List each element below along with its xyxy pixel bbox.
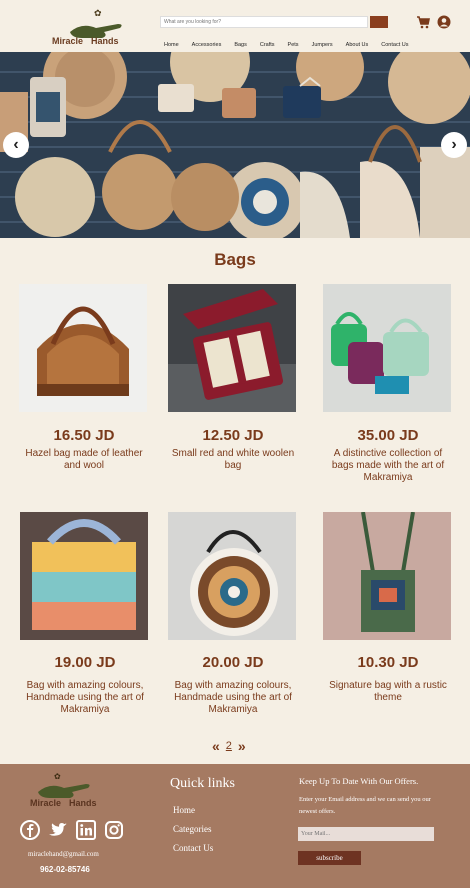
twitter-icon[interactable] [48,820,68,840]
logo-word-1: Miracle [52,36,84,46]
product-price: 19.00 JD [54,654,116,671]
quick-links-title: Quick links [170,776,235,791]
section-title: Bags [214,250,256,269]
user-icon[interactable] [437,15,451,29]
quick-link-home[interactable]: Home [173,805,195,815]
hero-carousel: ‹ › [0,52,470,238]
product-price: 10.30 JD [357,654,419,671]
product-image[interactable] [323,284,451,412]
footer-email[interactable]: miraclehand@gmail.com [28,850,99,858]
nav-about-us[interactable]: About Us [346,42,369,48]
newsletter-text: Enter your Email address and we can send… [299,796,431,815]
social-links [20,820,124,840]
footer-logo[interactable]: ✿ Miracle Hands [30,770,116,810]
hand-logo-icon: ✿ [38,772,90,798]
instagram-icon[interactable] [104,820,124,840]
product-description: Hazel bag made of leather and wool [25,448,143,471]
logo[interactable]: ✿ Miracle Hands [52,8,136,48]
footer-phone: 962-02-85746 [40,865,90,874]
carousel-next-button[interactable]: › [441,132,467,158]
site-footer: ✿ Miracle Hands miraclehand@gmail.com 962… [0,764,470,888]
pagination: « 2 » [212,738,246,754]
nav-jumpers[interactable]: Jumpers [312,42,333,48]
product-price: 16.50 JD [53,427,115,444]
product-image[interactable] [19,284,147,412]
nav-contact-us[interactable]: Contact Us [381,42,408,48]
nav-bags[interactable]: Bags [234,42,247,48]
product-description: Bag with amazing colours, Handmade using… [174,680,292,715]
quick-link-contact-us[interactable]: Contact Us [173,843,213,853]
nav-home[interactable]: Home [164,42,179,48]
footer-logo-word-2: Hands [69,798,97,808]
product-image[interactable] [323,512,451,640]
quick-link-categories[interactable]: Categories [173,824,212,834]
search-input[interactable] [160,16,368,28]
product-price: 20.00 JD [202,654,264,671]
nav-crafts[interactable]: Crafts [260,42,275,48]
chevron-right-icon: › [451,136,457,153]
search-button[interactable] [370,16,388,28]
nav-pets[interactable]: Pets [288,42,299,48]
pagination-prev[interactable]: « [212,738,220,754]
product-description: A distinctive collection of bags made wi… [331,448,445,483]
nav-accessories[interactable]: Accessories [192,42,222,48]
product-price: 12.50 JD [202,427,264,444]
main-nav: Home Accessories Bags Crafts Pets Jumper… [164,42,422,48]
pagination-page[interactable]: 2 [226,740,232,752]
product-description: Signature bag with a rustic theme [329,680,447,703]
chevron-left-icon: ‹ [13,136,19,153]
facebook-icon[interactable] [20,820,40,840]
footer-logo-word-1: Miracle [30,798,62,808]
site-header: ✿ MiracleHands Home Accessories Bags Cra… [0,0,470,52]
product-price: 35.00 JD [357,427,419,444]
pagination-next[interactable]: » [238,738,246,754]
product-description: Bag with amazing colours, Handmade using… [26,680,144,715]
logo-word-2: Hands [91,36,119,46]
product-image[interactable] [168,284,296,412]
product-image[interactable] [20,512,148,640]
product-description: Small red and white woolen bag [171,448,295,471]
newsletter-title: Keep Up To Date With Our Offers. [299,776,419,786]
carousel-prev-button[interactable]: ‹ [3,132,29,158]
linkedin-icon[interactable] [76,820,96,840]
subscribe-button[interactable]: subscribe [298,851,361,865]
svg-text:✿: ✿ [54,772,61,781]
product-image[interactable] [168,512,296,640]
cart-icon[interactable] [416,15,430,29]
newsletter-email-input[interactable] [298,827,434,841]
hero-image [0,52,470,238]
